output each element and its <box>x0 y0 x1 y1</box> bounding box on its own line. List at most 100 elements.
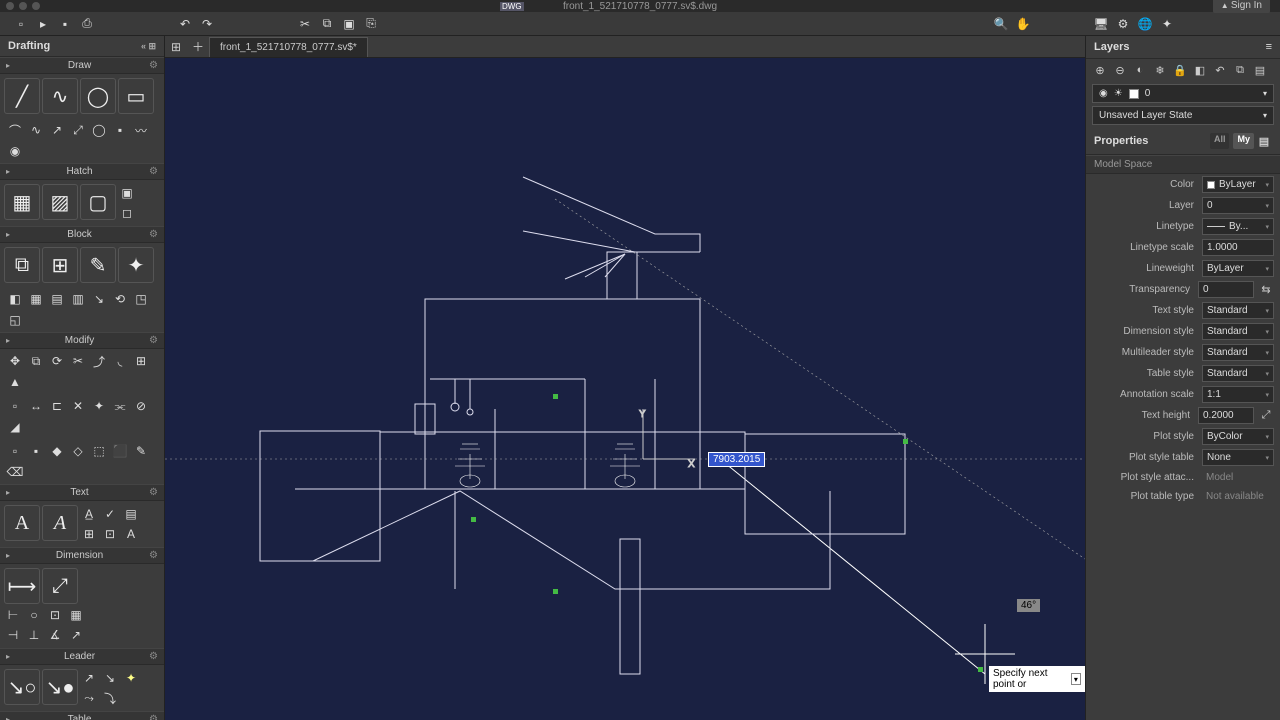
section-modify[interactable]: Modify⚙ <box>0 332 164 349</box>
blk5-icon[interactable]: ↘ <box>90 290 108 308</box>
blk4-icon[interactable]: ▥ <box>69 290 87 308</box>
section-hatch[interactable]: Hatch⚙ <box>0 163 164 180</box>
section-draw[interactable]: Draw⚙ <box>0 57 164 74</box>
sign-in-button[interactable]: Sign In <box>1213 0 1270 13</box>
qleader-icon[interactable]: ↘● <box>42 669 78 705</box>
dim4-icon[interactable]: ▦ <box>67 606 85 624</box>
layers-menu-icon[interactable]: ≡ <box>1266 41 1272 53</box>
screen-icon[interactable]: 🖥 <box>1092 15 1110 33</box>
mirror-tool-icon[interactable]: ▲ <box>6 373 24 391</box>
properties-panel-header[interactable]: Properties All My ▤ <box>1086 128 1280 155</box>
window-controls[interactable] <box>6 2 40 10</box>
wipeout-tool-icon[interactable]: ◻ <box>118 204 136 222</box>
ray-tool-icon[interactable]: ↗ <box>48 121 66 139</box>
layer-new-icon[interactable]: ⊕ <box>1092 62 1108 78</box>
blk2-icon[interactable]: ▦ <box>27 290 45 308</box>
xline-tool-icon[interactable]: ⤢ <box>69 121 87 139</box>
rotate-tool-icon[interactable]: ⟳ <box>48 352 66 370</box>
prop-textstyle[interactable]: Standard▾ <box>1202 302 1274 319</box>
paste-icon[interactable]: ▣ <box>340 15 358 33</box>
create-block-icon[interactable]: ⊞ <box>42 247 78 283</box>
arc-tool-icon[interactable]: ⌒ <box>6 121 24 139</box>
mod4-icon[interactable]: ◇ <box>69 442 87 460</box>
open-icon[interactable]: ▸ <box>34 15 52 33</box>
prop-tablestyle[interactable]: Standard▾ <box>1202 365 1274 382</box>
dim7-icon[interactable]: ∡ <box>46 626 64 644</box>
section-dimension[interactable]: Dimension⚙ <box>0 547 164 564</box>
explode-tool-icon[interactable]: ✦ <box>90 397 108 415</box>
transp-slider-icon[interactable]: ⇆ <box>1258 282 1274 298</box>
fillet-tool-icon[interactable]: ◟ <box>111 352 129 370</box>
prop-pstable[interactable]: None▾ <box>1202 449 1274 466</box>
section-leader[interactable]: Leader⚙ <box>0 648 164 665</box>
command-prompt[interactable]: Specify next point or▾ <box>989 666 1085 692</box>
new-tab-icon[interactable]: ＋ <box>187 36 209 58</box>
mod5-icon[interactable]: ⬚ <box>90 442 108 460</box>
txt1-icon[interactable]: A̲ <box>80 505 98 523</box>
pan-icon[interactable]: ✋ <box>1014 15 1032 33</box>
new-icon[interactable]: ▫ <box>12 15 30 33</box>
mod2-icon[interactable]: ▪ <box>27 442 45 460</box>
cut-icon[interactable]: ✂ <box>296 15 314 33</box>
dimension-input[interactable]: 7903.2015 <box>708 452 765 467</box>
current-layer-dropdown[interactable]: ◉☀0▾ <box>1092 84 1274 103</box>
prop-linetype[interactable]: By...▾ <box>1202 218 1274 235</box>
mod1-icon[interactable]: ▫ <box>6 442 24 460</box>
layer-iso-icon[interactable]: ◧ <box>1192 62 1208 78</box>
redo-icon[interactable]: ↷ <box>198 15 216 33</box>
mod3-icon[interactable]: ◆ <box>48 442 66 460</box>
layer-prev-icon[interactable]: ↶ <box>1212 62 1228 78</box>
prop-ltscale[interactable]: 1.0000 <box>1202 239 1274 256</box>
move-tool-icon[interactable]: ✥ <box>6 352 24 370</box>
prop-annoscale[interactable]: 1:1▾ <box>1202 386 1274 403</box>
layer-del-icon[interactable]: ⊖ <box>1112 62 1128 78</box>
layer-lock-icon[interactable]: 🔒 <box>1172 62 1188 78</box>
prop-textheight[interactable]: 0.2000 <box>1198 407 1254 424</box>
document-tab[interactable]: front_1_521710778_0777.sv$* <box>209 37 368 57</box>
drafting-panel-header[interactable]: Drafting« ⊞ <box>0 36 164 57</box>
plugin-icon[interactable]: ⚙ <box>1114 15 1132 33</box>
trim-tool-icon[interactable]: ✂ <box>69 352 87 370</box>
gradient-tool-icon[interactable]: ▨ <box>42 184 78 220</box>
insert-block-icon[interactable]: ⧉ <box>4 247 40 283</box>
txt3-icon[interactable]: ▤ <box>122 505 140 523</box>
txt6-icon[interactable]: A <box>122 525 140 543</box>
layer-on-icon[interactable]: ◐ <box>1132 62 1148 78</box>
circle-tool-icon[interactable]: ◯ <box>80 78 116 114</box>
undo-icon[interactable]: ↶ <box>176 15 194 33</box>
blk8-icon[interactable]: ◱ <box>6 311 24 329</box>
helix-tool-icon[interactable]: 〰 <box>132 121 150 139</box>
txt4-icon[interactable]: ⊞ <box>80 525 98 543</box>
filter-all-button[interactable]: All <box>1210 133 1230 149</box>
section-block[interactable]: Block⚙ <box>0 226 164 243</box>
line-tool-icon[interactable]: ╱ <box>4 78 40 114</box>
zoom-icon[interactable]: 🔍 <box>992 15 1010 33</box>
txt5-icon[interactable]: ⊡ <box>101 525 119 543</box>
donut-tool-icon[interactable]: ◉ <box>6 142 24 160</box>
layer-walk-icon[interactable]: ▤ <box>1252 62 1268 78</box>
erase-tool-icon[interactable]: ✕ <box>69 397 87 415</box>
dim2-icon[interactable]: ○ <box>25 606 43 624</box>
dim8-icon[interactable]: ↗ <box>67 626 85 644</box>
prompt-dropdown-icon[interactable]: ▾ <box>1071 673 1081 685</box>
grid-view-icon[interactable]: ⊞ <box>165 36 187 58</box>
blk3-icon[interactable]: ▤ <box>48 290 66 308</box>
ellipse-tool-icon[interactable]: ◯ <box>90 121 108 139</box>
prop-mleaderstyle[interactable]: Standard▾ <box>1202 344 1274 361</box>
array-tool-icon[interactable]: ⊞ <box>132 352 150 370</box>
section-table[interactable]: Table⚙ <box>0 711 164 720</box>
prop-layer[interactable]: 0▾ <box>1202 197 1274 214</box>
save-icon[interactable]: ▪ <box>56 15 74 33</box>
prop-lweight[interactable]: ByLayer▾ <box>1202 260 1274 277</box>
join-tool-icon[interactable]: ⫘ <box>111 397 129 415</box>
filter-my-button[interactable]: My <box>1233 133 1254 149</box>
stretch-tool-icon[interactable]: ↔ <box>27 397 45 415</box>
ld5-icon[interactable]: ⤵ <box>101 689 119 707</box>
prop-transparency[interactable]: 0 <box>1198 281 1254 298</box>
prop-color[interactable]: ByLayer▾ <box>1202 176 1274 193</box>
polyline-tool-icon[interactable]: ∿ <box>42 78 78 114</box>
dim1-icon[interactable]: ⊢ <box>4 606 22 624</box>
spline-tool-icon[interactable]: ∿ <box>27 121 45 139</box>
prop-dimstyle[interactable]: Standard▾ <box>1202 323 1274 340</box>
break-tool-icon[interactable]: ⊘ <box>132 397 150 415</box>
